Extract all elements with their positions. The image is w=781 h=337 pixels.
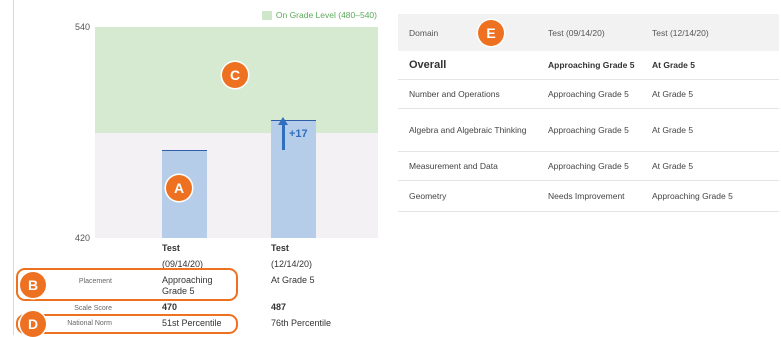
domain-cell: Overall xyxy=(409,59,447,71)
callout-b-outline xyxy=(16,268,238,301)
callout-c-badge: C xyxy=(222,62,248,88)
callout-a-badge: A xyxy=(166,175,192,201)
column-2-date: (12/14/20) xyxy=(271,259,313,269)
scale-score-test-2: 487 xyxy=(271,302,287,312)
domain-cell: Algebra and Algebraic Thinking xyxy=(409,125,527,135)
gain-label: +17 xyxy=(289,128,308,141)
table-row: Measurement and Data Approaching Grade 5… xyxy=(398,152,779,181)
legend-swatch xyxy=(261,10,272,20)
score-chart: +17 xyxy=(95,27,378,238)
gain-arrow-icon xyxy=(278,117,288,151)
test-1-cell: Approaching Grade 5 xyxy=(548,161,629,171)
left-divider xyxy=(13,0,14,335)
domain-table: Domain Test (09/14/20) Test (12/14/20) O… xyxy=(398,14,779,212)
test-1-cell: Needs Improvement xyxy=(548,191,625,201)
chart-legend: On Grade Level (480–540) xyxy=(261,10,377,20)
callout-d-badge: D xyxy=(20,311,46,337)
domain-cell: Geometry xyxy=(409,191,447,201)
header-test-1: Test (09/14/20) xyxy=(548,27,605,38)
table-row-overall: Overall Approaching Grade 5 At Grade 5 xyxy=(398,51,779,80)
table-row: Geometry Needs Improvement Approaching G… xyxy=(398,181,779,212)
callout-b-badge: B xyxy=(20,272,46,298)
scale-score-label: Scale Score xyxy=(74,305,112,312)
test-1-cell: Approaching Grade 5 xyxy=(548,125,629,135)
y-axis-max-label: 540 xyxy=(74,22,90,32)
legend-label: On Grade Level (480–540) xyxy=(275,10,377,20)
scale-score-test-1: 470 xyxy=(162,302,178,312)
test-2-cell: Approaching Grade 5 xyxy=(652,191,733,201)
column-1-heading: Test xyxy=(162,243,180,253)
header-test-2: Test (12/14/20) xyxy=(652,27,709,38)
callout-e-badge: E xyxy=(478,20,504,46)
callout-d-outline xyxy=(16,314,238,334)
header-domain: Domain xyxy=(409,27,439,38)
test-1-cell: Approaching Grade 5 xyxy=(548,89,629,99)
bar-test-1-cap xyxy=(162,150,207,152)
table-header-row: Domain Test (09/14/20) Test (12/14/20) xyxy=(398,14,779,51)
test-2-cell: At Grade 5 xyxy=(652,89,694,99)
domain-cell: Measurement and Data xyxy=(409,161,498,171)
domain-cell: Number and Operations xyxy=(409,89,500,99)
test-2-cell: At Grade 5 xyxy=(652,161,694,171)
table-row: Algebra and Algebraic Thinking Approachi… xyxy=(398,109,779,152)
test-1-cell: Approaching Grade 5 xyxy=(548,60,635,70)
test-2-cell: At Grade 5 xyxy=(652,60,695,70)
test-2-cell: At Grade 5 xyxy=(652,125,694,135)
column-2-heading: Test xyxy=(271,243,289,253)
y-axis-min-label: 420 xyxy=(74,233,90,243)
table-row: Number and Operations Approaching Grade … xyxy=(398,80,779,109)
national-norm-test-2: 76th Percentile xyxy=(271,318,332,328)
placement-test-2: At Grade 5 xyxy=(271,275,315,285)
